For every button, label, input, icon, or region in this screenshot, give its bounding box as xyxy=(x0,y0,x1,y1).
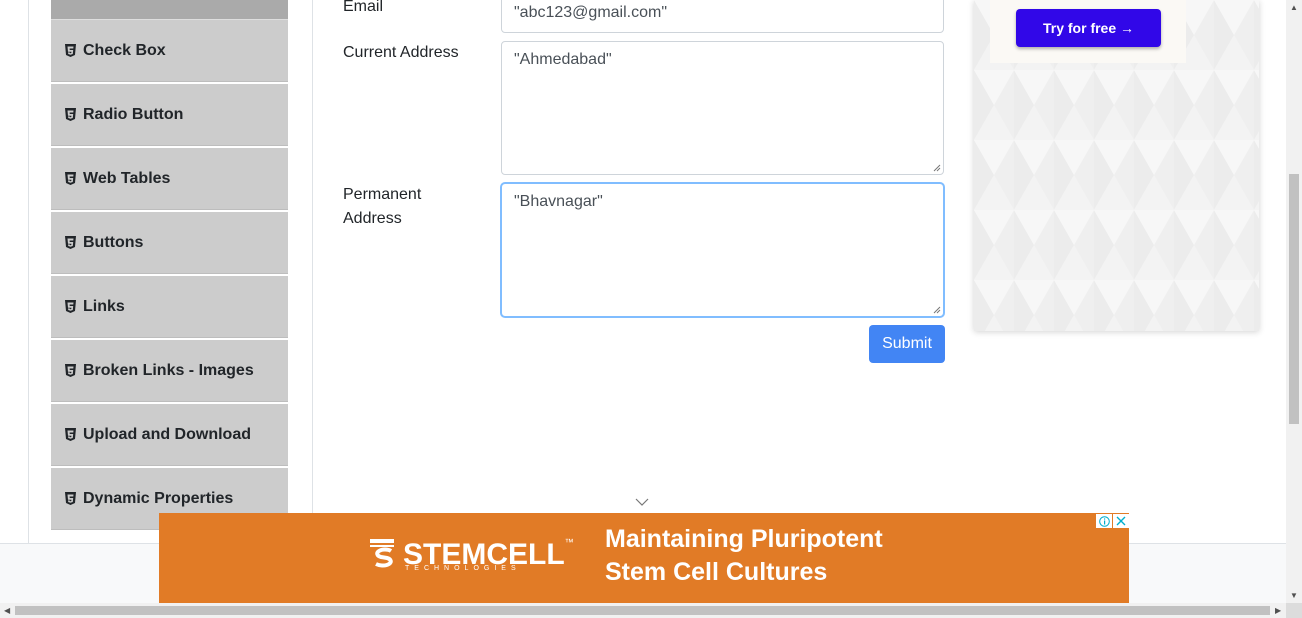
html5-icon xyxy=(65,172,76,185)
sidebar-item-label: Links xyxy=(83,297,125,315)
email-label: Email xyxy=(343,0,384,15)
sidebar-item-label: Upload and Download xyxy=(83,425,251,443)
sidebar-menu: Check Box Radio Button Web Tables Button… xyxy=(51,20,288,532)
adchoices-icon[interactable] xyxy=(1096,514,1112,528)
current-address-label: Current Address xyxy=(343,44,459,61)
logo-trademark: ™ xyxy=(564,537,574,547)
submit-button[interactable]: Submit xyxy=(869,325,945,363)
sidebar-item-buttons[interactable]: Buttons xyxy=(51,212,288,274)
html5-icon xyxy=(65,108,76,121)
email-field[interactable]: "abc123@gmail.com" xyxy=(501,0,944,33)
scroll-down-icon[interactable]: ▼ xyxy=(1290,592,1298,600)
sidebar-item-radio-button[interactable]: Radio Button xyxy=(51,84,288,146)
side-ad[interactable]: Try for free → xyxy=(974,0,1259,331)
logo-subtitle: TECHNOLOGIES xyxy=(405,565,521,572)
sidebar-item-elements-partial[interactable] xyxy=(51,0,288,21)
permanent-address-value: "Bhavnagar" xyxy=(514,193,603,210)
close-icon[interactable] xyxy=(1113,514,1129,528)
html5-icon xyxy=(65,300,76,313)
resize-handle-icon[interactable] xyxy=(933,306,941,314)
sidebar-item-label: Check Box xyxy=(83,41,166,59)
scroll-left-icon[interactable]: ◀ xyxy=(4,607,10,615)
html5-icon xyxy=(65,44,76,57)
sidebar-item-label: Radio Button xyxy=(83,105,184,123)
sidebar-item-label: Web Tables xyxy=(83,169,171,187)
sidebar-item-web-tables[interactable]: Web Tables xyxy=(51,148,288,210)
banner-tagline: Maintaining Pluripotent Stem Cell Cultur… xyxy=(605,523,883,589)
sidebar-item-check-box[interactable]: Check Box xyxy=(51,20,288,82)
permanent-address-label-line1: Permanent xyxy=(343,186,422,203)
permanent-address-field[interactable]: "Bhavnagar" xyxy=(501,183,944,317)
html5-icon xyxy=(65,236,76,249)
resize-handle-icon[interactable] xyxy=(933,164,941,172)
html5-icon xyxy=(65,492,76,505)
scrollbar-corner xyxy=(1286,603,1302,618)
current-address-field[interactable]: "Ahmedabad" xyxy=(501,41,944,175)
left-border xyxy=(28,0,29,543)
tagline-line1: Maintaining Pluripotent xyxy=(605,525,883,553)
tagline-line2: Stem Cell Cultures xyxy=(605,558,828,586)
permanent-address-label: Permanent Address xyxy=(343,183,421,231)
banner-ad[interactable]: STEMCELL ™ TECHNOLOGIES Maintaining Plur… xyxy=(159,513,1129,603)
html5-icon xyxy=(65,364,76,377)
scroll-right-icon[interactable]: ▶ xyxy=(1275,607,1281,615)
sidebar-item-links[interactable]: Links xyxy=(51,276,288,338)
email-value: "abc123@gmail.com" xyxy=(514,4,667,21)
stemcell-logo: STEMCELL ™ TECHNOLOGIES xyxy=(367,537,574,573)
try-for-free-button[interactable]: Try for free → xyxy=(1016,9,1161,47)
scroll-up-icon[interactable]: ▲ xyxy=(1290,4,1298,12)
sidebar-item-broken-links[interactable]: Broken Links - Images xyxy=(51,340,288,402)
vertical-scrollbar-thumb[interactable] xyxy=(1289,174,1299,424)
sidebar-item-label: Broken Links - Images xyxy=(83,361,254,379)
stemcell-logo-icon xyxy=(370,539,394,568)
permanent-address-label-line2: Address xyxy=(343,210,402,227)
chevron-down-icon[interactable] xyxy=(635,497,649,507)
horizontal-scrollbar-thumb[interactable] xyxy=(15,606,1270,615)
html5-icon xyxy=(65,428,76,441)
current-address-value: "Ahmedabad" xyxy=(514,51,612,68)
sidebar-item-upload-download[interactable]: Upload and Download xyxy=(51,404,288,466)
sidebar-item-label: Dynamic Properties xyxy=(83,489,234,507)
sidebar-item-label: Buttons xyxy=(83,233,144,251)
content-divider xyxy=(312,0,313,543)
